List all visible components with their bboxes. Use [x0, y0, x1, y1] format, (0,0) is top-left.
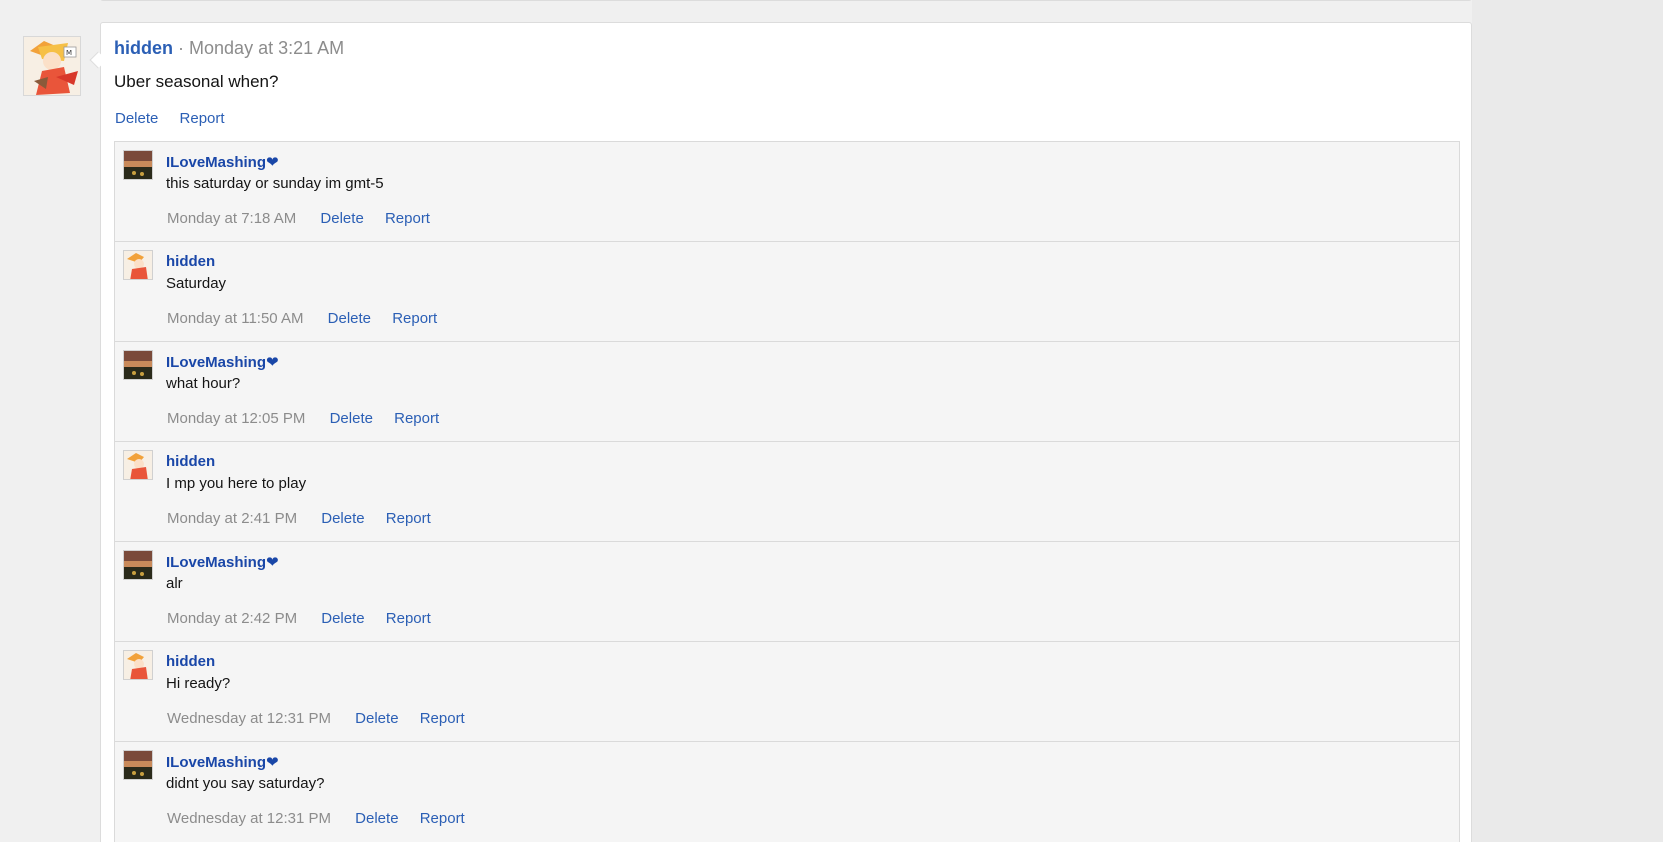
post-header: hidden · Monday at 3:21 AM [114, 38, 344, 62]
comment-timestamp[interactable]: Monday at 12:05 PM [167, 410, 305, 427]
comment-author-link[interactable]: hidden [166, 453, 215, 470]
comment-meta: Wednesday at 12:31 PM Delete Report [167, 710, 482, 727]
left-gutter [0, 0, 100, 842]
comment-item: ILoveMashing❤ didnt you say saturday? We… [115, 742, 1459, 842]
poster-avatar[interactable]: M [23, 36, 81, 96]
comment-meta: Monday at 11:50 AM Delete Report [167, 310, 454, 327]
comment-timestamp[interactable]: Monday at 11:50 AM [167, 310, 303, 327]
comment-report-link[interactable]: Report [392, 310, 437, 327]
post-report-link[interactable]: Report [180, 110, 225, 127]
comment-text: I mp you here to play [166, 475, 307, 492]
comment-author-link[interactable]: ILoveMashing❤ [166, 353, 279, 371]
comment-author-name: ILoveMashing [166, 554, 267, 571]
comment-delete-link[interactable]: Delete [355, 810, 398, 827]
comment-delete-link[interactable]: Delete [355, 710, 398, 727]
comment-meta: Wednesday at 12:31 PM Delete Report [167, 810, 482, 827]
comment-item: hidden I mp you here to play Monday at 2… [115, 442, 1459, 542]
previous-post-card [100, 0, 1472, 1]
comment-timestamp[interactable]: Wednesday at 12:31 PM [167, 710, 331, 727]
comment-text: Hi ready? [166, 675, 231, 692]
sunset-avatar-image [124, 351, 152, 379]
comment-text: what hour? [166, 375, 241, 392]
comment-report-link[interactable]: Report [420, 710, 465, 727]
comment-author-name: ILoveMashing [166, 754, 267, 771]
comment-delete-link[interactable]: Delete [320, 210, 363, 227]
comment-text: alr [166, 575, 183, 592]
page: M hidden · Monday at 3:21 AM Uber season… [0, 0, 1663, 842]
comment-item: hidden Hi ready? Wednesday at 12:31 PM D… [115, 642, 1459, 742]
svg-text:M: M [66, 49, 72, 57]
post-separator: · [178, 38, 185, 58]
comment-meta: Monday at 2:42 PM Delete Report [167, 610, 448, 627]
right-gutter [1472, 0, 1663, 842]
comment-author-link[interactable]: ILoveMashing❤ [166, 753, 279, 771]
post-message: Uber seasonal when? [114, 72, 279, 91]
comment-text: didnt you say saturday? [166, 775, 325, 792]
anime-avatar-image [124, 651, 152, 679]
heart-icon: ❤ [266, 754, 279, 771]
comment-item: ILoveMashing❤ what hour? Monday at 12:05… [115, 342, 1459, 442]
comment-avatar[interactable] [123, 250, 153, 280]
comment-item: hidden Saturday Monday at 11:50 AM Delet… [115, 242, 1459, 342]
comment-text: this saturday or sunday im gmt-5 [166, 175, 384, 192]
comment-author-name: hidden [166, 253, 216, 270]
comment-avatar[interactable] [123, 350, 153, 380]
heart-icon: ❤ [266, 554, 279, 571]
heart-icon: ❤ [266, 154, 279, 171]
comment-author-link[interactable]: hidden [166, 653, 215, 670]
comment-report-link[interactable]: Report [386, 610, 431, 627]
sunset-avatar-image [124, 751, 152, 779]
comment-timestamp[interactable]: Wednesday at 12:31 PM [167, 810, 331, 827]
sunset-avatar-image [124, 151, 152, 179]
comment-avatar[interactable] [123, 150, 153, 180]
comment-avatar[interactable] [123, 550, 153, 580]
comment-meta: Monday at 12:05 PM Delete Report [167, 410, 456, 427]
comment-list: ILoveMashing❤ this saturday or sunday im… [114, 141, 1460, 842]
comment-timestamp[interactable]: Monday at 2:42 PM [167, 610, 297, 627]
comment-avatar[interactable] [123, 650, 153, 680]
comment-author-link[interactable]: hidden [166, 253, 215, 270]
comment-meta: Monday at 7:18 AM Delete Report [167, 210, 447, 227]
comment-author-name: hidden [166, 453, 216, 470]
comment-delete-link[interactable]: Delete [330, 410, 373, 427]
anime-avatar-image: M [24, 37, 80, 95]
comment-meta: Monday at 2:41 PM Delete Report [167, 510, 448, 527]
comment-author-name: ILoveMashing [166, 354, 267, 371]
comment-report-link[interactable]: Report [394, 410, 439, 427]
comment-delete-link[interactable]: Delete [321, 610, 364, 627]
comment-avatar[interactable] [123, 450, 153, 480]
comment-item: ILoveMashing❤ alr Monday at 2:42 PM Dele… [115, 542, 1459, 642]
anime-avatar-image [124, 451, 152, 479]
comment-author-name: hidden [166, 653, 216, 670]
comment-delete-link[interactable]: Delete [321, 510, 364, 527]
anime-avatar-image [124, 251, 152, 279]
comment-author-link[interactable]: ILoveMashing❤ [166, 153, 279, 171]
comment-text: Saturday [166, 275, 227, 292]
sunset-avatar-image [124, 551, 152, 579]
comment-author-link[interactable]: ILoveMashing❤ [166, 553, 279, 571]
post-author-link[interactable]: hidden [114, 38, 173, 58]
comment-avatar[interactable] [123, 750, 153, 780]
comment-report-link[interactable]: Report [385, 210, 430, 227]
comment-item: ILoveMashing❤ this saturday or sunday im… [115, 142, 1459, 242]
comment-author-name: ILoveMashing [166, 154, 267, 171]
post-timestamp[interactable]: Monday at 3:21 AM [189, 38, 344, 58]
post-actions: Delete Report [115, 110, 242, 127]
comment-timestamp[interactable]: Monday at 7:18 AM [167, 210, 296, 227]
post-delete-link[interactable]: Delete [115, 110, 158, 127]
comment-timestamp[interactable]: Monday at 2:41 PM [167, 510, 297, 527]
comment-report-link[interactable]: Report [420, 810, 465, 827]
comment-report-link[interactable]: Report [386, 510, 431, 527]
comment-delete-link[interactable]: Delete [328, 310, 371, 327]
heart-icon: ❤ [266, 354, 279, 371]
